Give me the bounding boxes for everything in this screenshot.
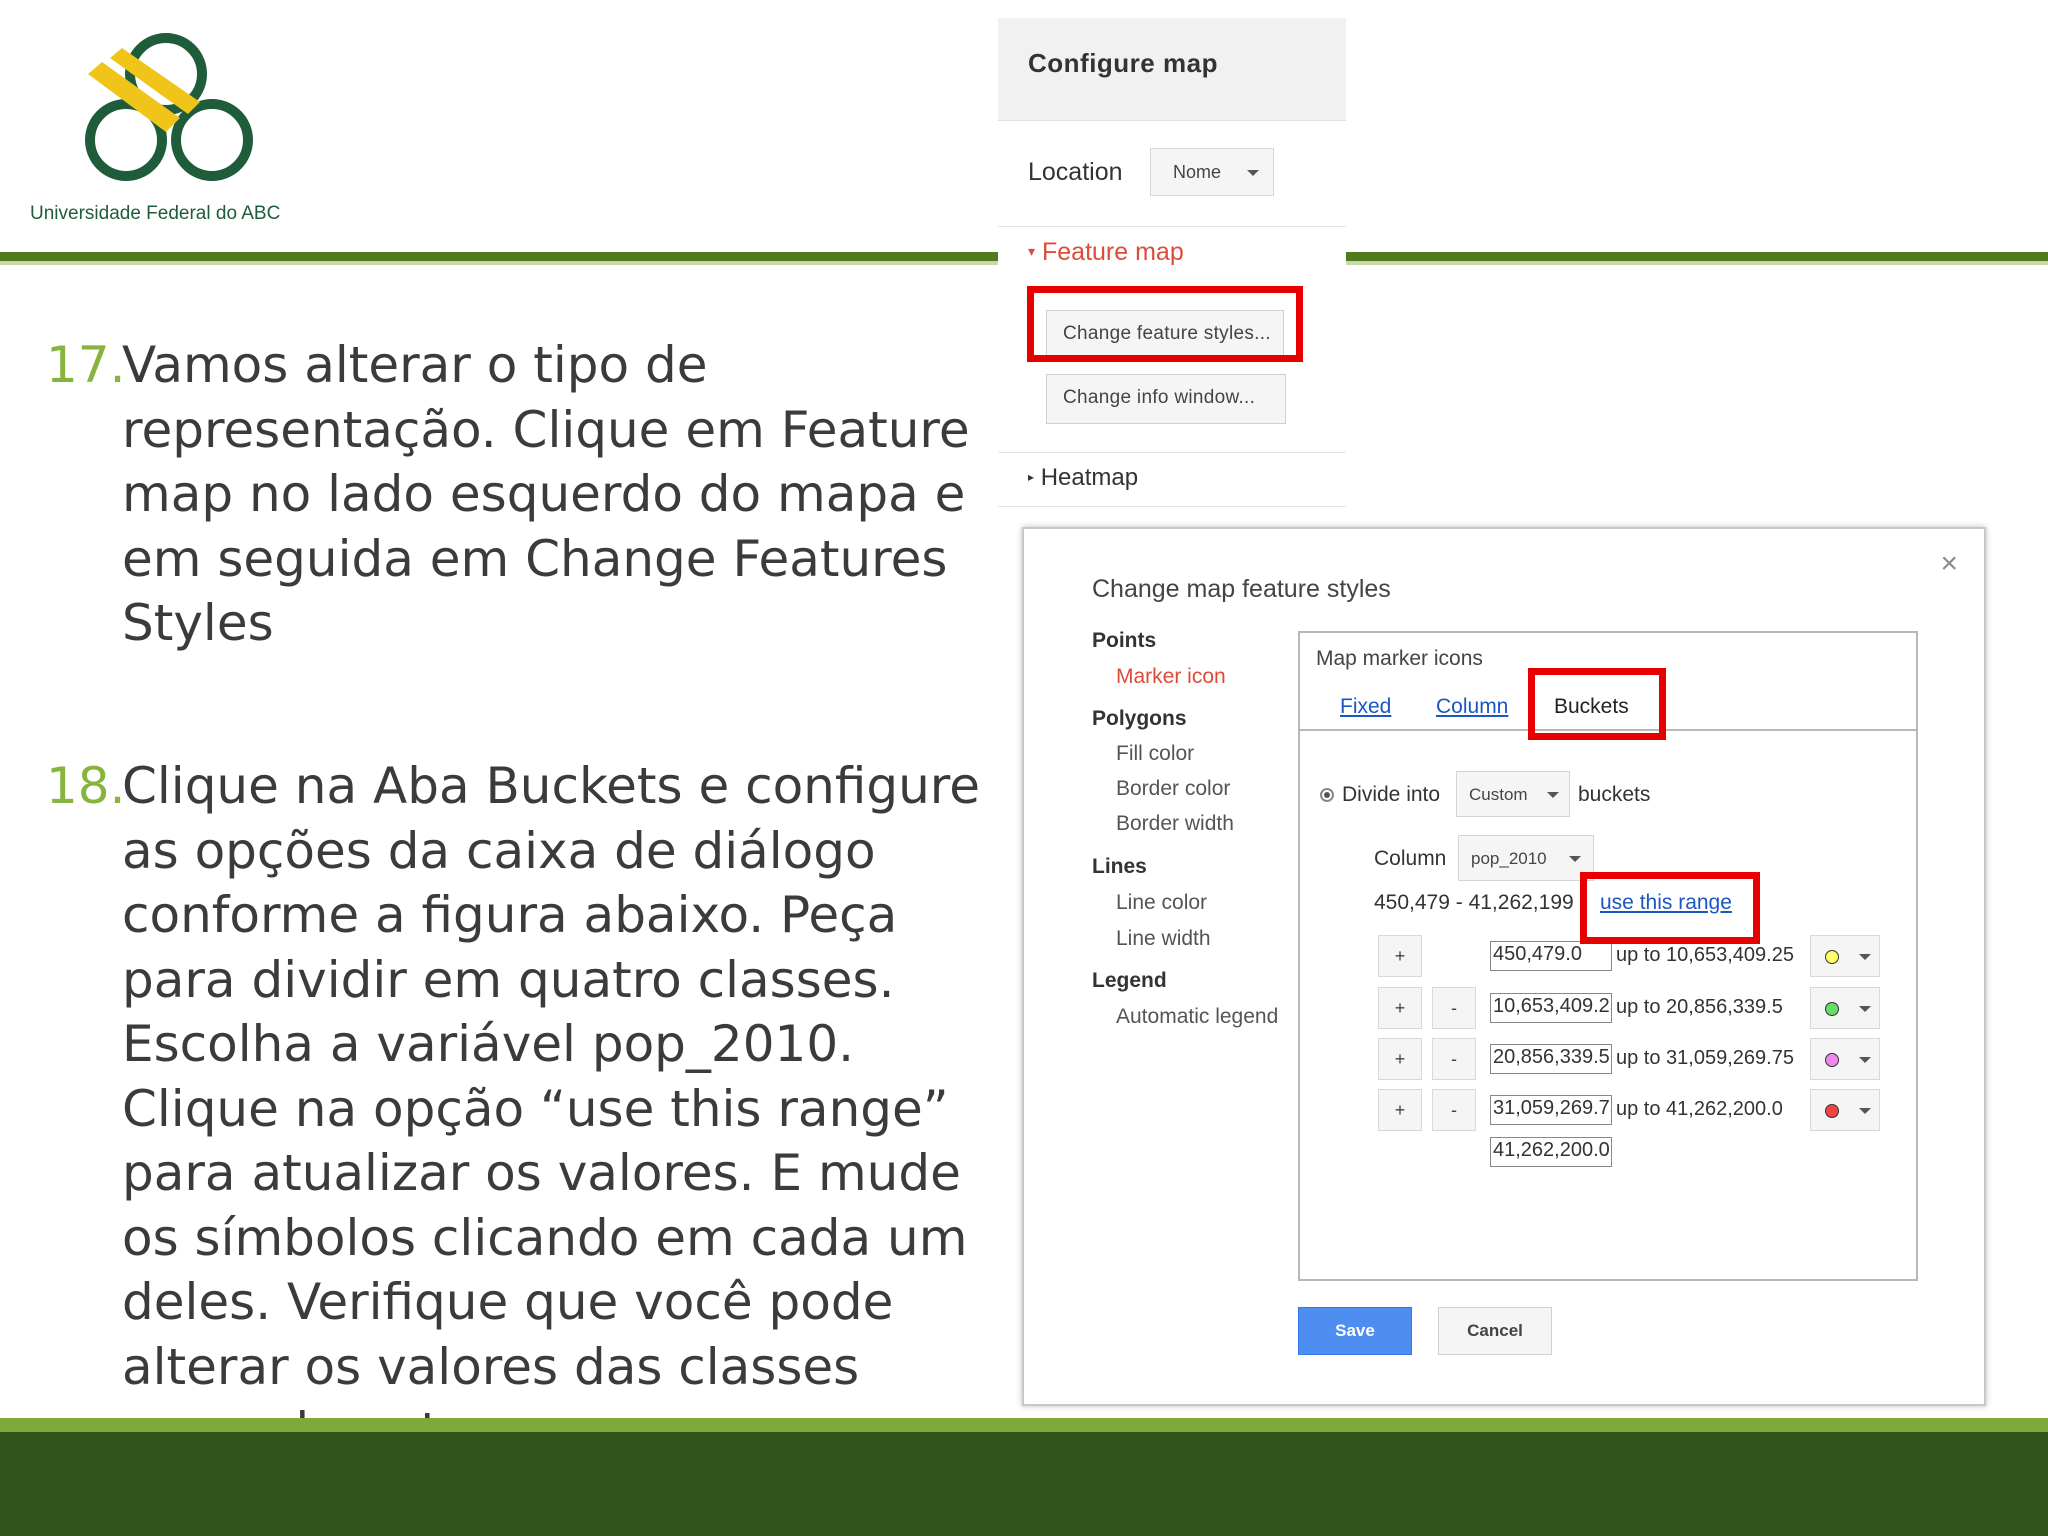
- chevron-down-icon: [1859, 1108, 1871, 1114]
- chevron-down-icon: [1859, 1006, 1871, 1012]
- nav-legend: Legend: [1092, 969, 1167, 992]
- bucket-marker-picker[interactable]: [1810, 935, 1880, 977]
- divide-into-label: Divide into: [1342, 783, 1441, 806]
- remove-bucket-button[interactable]: -: [1432, 987, 1476, 1029]
- bucket-from-input[interactable]: 10,653,409.25: [1490, 993, 1612, 1023]
- bucket-marker-picker[interactable]: [1810, 1038, 1880, 1080]
- caret-down-icon: ▾: [1028, 243, 1036, 259]
- bucket-count-select[interactable]: Custom: [1456, 771, 1570, 817]
- column-select-value: pop_2010: [1471, 849, 1547, 868]
- nav-border-width[interactable]: Border width: [1116, 812, 1234, 836]
- step-18-number: 18.: [46, 757, 126, 815]
- panel-title: Map marker icons: [1316, 647, 1483, 670]
- add-bucket-button[interactable]: +: [1378, 935, 1422, 977]
- column-label: Column: [1374, 847, 1447, 870]
- divider: [998, 452, 1346, 453]
- chevron-down-icon: [1859, 1057, 1871, 1063]
- column-select[interactable]: pop_2010: [1458, 835, 1594, 881]
- divide-into-radio[interactable]: [1320, 788, 1334, 802]
- highlight-change-feature-styles: [1027, 286, 1303, 362]
- bucket-marker-picker[interactable]: [1810, 1089, 1880, 1131]
- step-18: 18. Clique na Aba Buckets e configure as…: [46, 754, 996, 1464]
- marker-dot-icon: [1825, 950, 1839, 964]
- chevron-down-icon: [1569, 856, 1581, 862]
- step-17: 17. Vamos alterar o tipo de representaçã…: [46, 333, 996, 656]
- change-info-window-button[interactable]: Change info window...: [1046, 374, 1286, 424]
- highlight-use-this-range: [1580, 872, 1760, 944]
- close-icon[interactable]: ×: [1940, 547, 1958, 581]
- feature-map-section[interactable]: ▾ Feature map: [1028, 238, 1184, 267]
- cancel-button[interactable]: Cancel: [1438, 1307, 1552, 1355]
- highlight-buckets-tab: [1528, 668, 1666, 740]
- step-17-text: Vamos alterar o tipo de representação. C…: [122, 336, 970, 652]
- bucket-from-input[interactable]: 31,059,269.75: [1490, 1095, 1612, 1125]
- location-select-value: Nome: [1173, 162, 1222, 182]
- configure-map-header: Configure map: [998, 18, 1346, 121]
- bucket-count-value: Custom: [1469, 785, 1528, 804]
- footer-band-light: [0, 1418, 2048, 1432]
- nav-fill-color[interactable]: Fill color: [1116, 742, 1194, 766]
- marker-dot-icon: [1825, 1104, 1839, 1118]
- configure-map-panel: Configure map Location Nome ▾ Feature ma…: [998, 18, 1346, 510]
- chevron-down-icon: [1547, 792, 1559, 798]
- marker-dot-icon: [1825, 1053, 1839, 1067]
- nav-points: Points: [1092, 629, 1157, 652]
- chevron-down-icon: [1859, 954, 1871, 960]
- heatmap-section[interactable]: ▸ Heatmap: [1028, 464, 1138, 492]
- nav-automatic-legend[interactable]: Automatic legend: [1116, 1005, 1278, 1029]
- caret-right-icon: ▸: [1028, 470, 1035, 484]
- marker-dot-icon: [1825, 1002, 1839, 1016]
- bucket-marker-picker[interactable]: [1810, 987, 1880, 1029]
- bucket-from-input[interactable]: 450,479.0: [1490, 941, 1612, 971]
- add-bucket-button[interactable]: +: [1378, 987, 1422, 1029]
- nav-polygons: Polygons: [1092, 707, 1187, 730]
- bucket-last-input[interactable]: 41,262,200.0: [1490, 1137, 1612, 1167]
- divider: [998, 506, 1346, 507]
- location-label: Location: [1028, 158, 1123, 186]
- add-bucket-button[interactable]: +: [1378, 1038, 1422, 1080]
- feature-map-label: Feature map: [1041, 238, 1184, 266]
- bucket-upto-text: up to 20,856,339.5: [1616, 996, 1783, 1018]
- step-18-text: Clique na Aba Buckets e configure as opç…: [122, 757, 981, 1460]
- nav-border-color[interactable]: Border color: [1116, 777, 1230, 801]
- remove-bucket-button[interactable]: -: [1432, 1089, 1476, 1131]
- tab-column[interactable]: Column: [1436, 695, 1508, 719]
- dialog-title: Change map feature styles: [1092, 575, 1391, 603]
- configure-map-title: Configure map: [1028, 48, 1218, 78]
- step-17-number: 17.: [46, 336, 126, 394]
- bucket-upto-text: up to 10,653,409.25: [1616, 944, 1794, 966]
- nav-line-width[interactable]: Line width: [1116, 927, 1211, 951]
- change-feature-styles-dialog: × Change map feature styles Points Marke…: [1022, 527, 1986, 1406]
- nav-line-color[interactable]: Line color: [1116, 891, 1207, 915]
- bucket-from-input[interactable]: 20,856,339.5: [1490, 1044, 1612, 1074]
- tab-fixed[interactable]: Fixed: [1340, 695, 1391, 719]
- chevron-down-icon: [1247, 170, 1259, 176]
- nav-lines: Lines: [1092, 855, 1147, 878]
- footer-band-dark: [0, 1432, 2048, 1536]
- save-button[interactable]: Save: [1298, 1307, 1412, 1355]
- ufabc-logo: [85, 33, 253, 181]
- bucket-upto-text: up to 31,059,269.75: [1616, 1047, 1794, 1069]
- logo-caption: Universidade Federal do ABC: [30, 203, 281, 224]
- bucket-upto-text: up to 41,262,200.0: [1616, 1098, 1783, 1120]
- buckets-label: buckets: [1578, 783, 1651, 806]
- heatmap-label: Heatmap: [1040, 464, 1139, 491]
- divider: [998, 226, 1346, 227]
- location-select[interactable]: Nome: [1150, 148, 1274, 196]
- remove-bucket-button[interactable]: -: [1432, 1038, 1476, 1080]
- range-text: 450,479 - 41,262,199: [1374, 891, 1574, 914]
- add-bucket-button[interactable]: +: [1378, 1089, 1422, 1131]
- nav-marker-icon[interactable]: Marker icon: [1116, 665, 1226, 689]
